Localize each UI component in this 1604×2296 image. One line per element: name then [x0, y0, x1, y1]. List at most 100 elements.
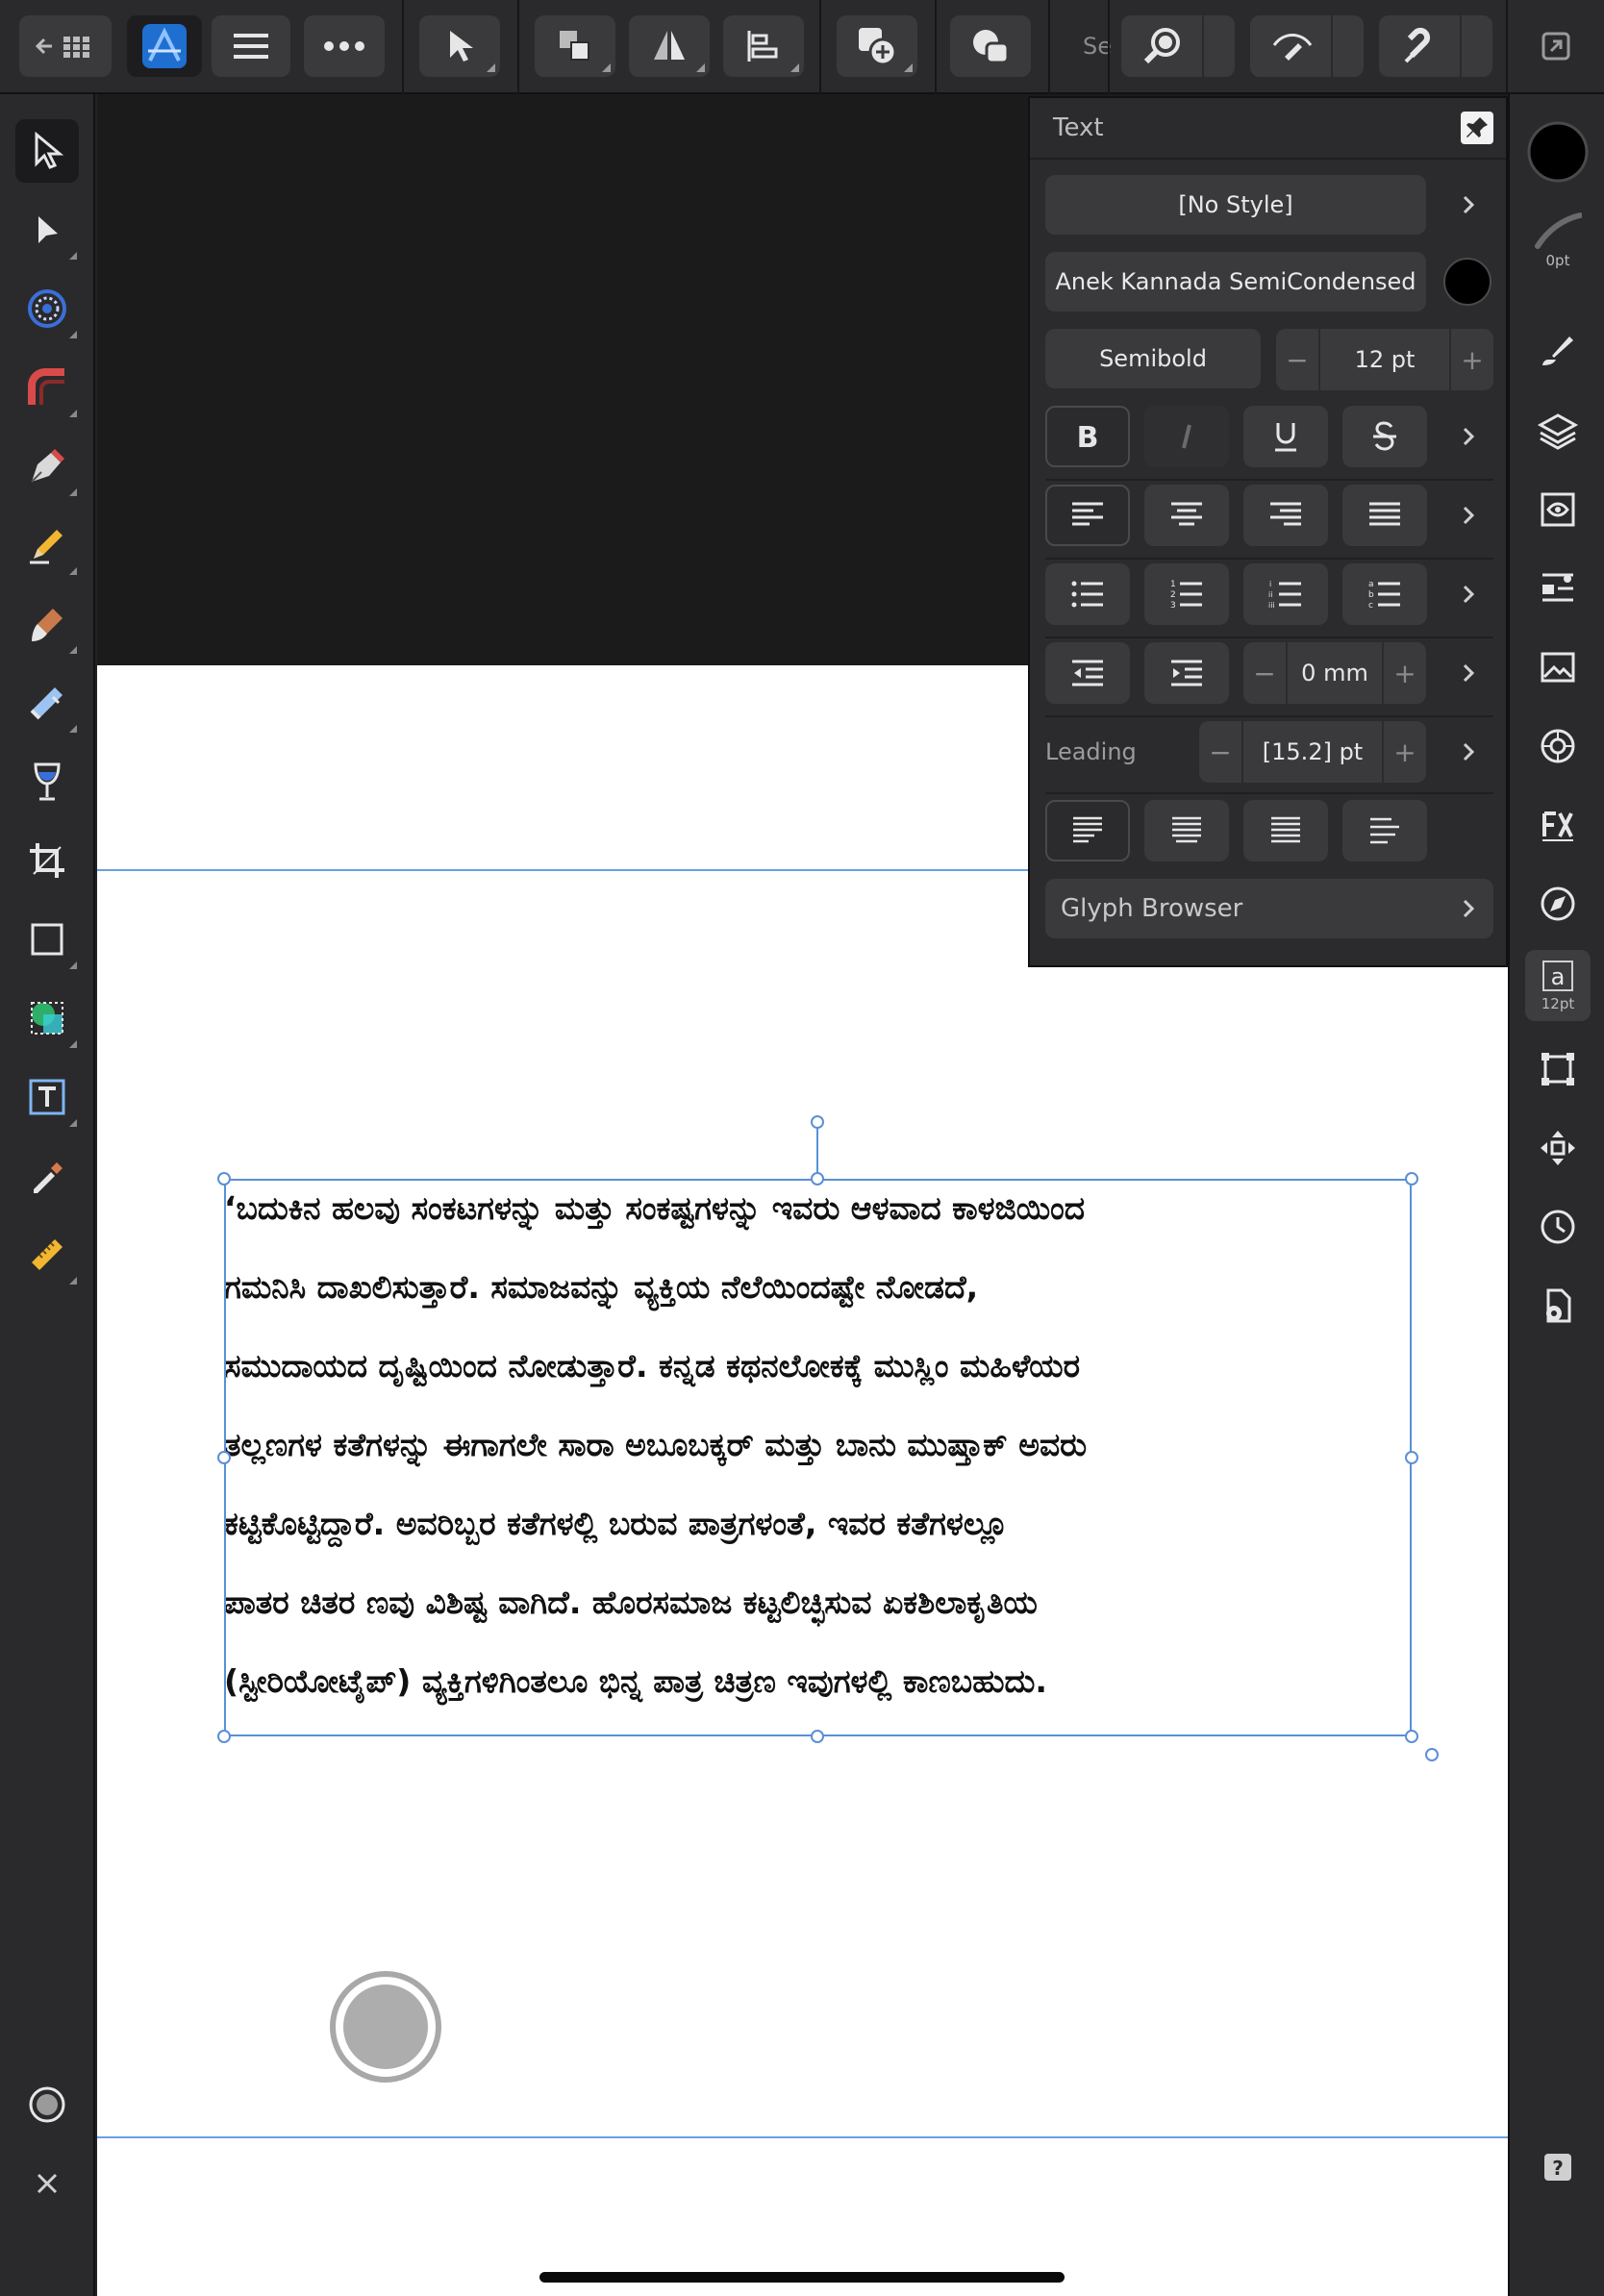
- strikethrough-button[interactable]: [1342, 406, 1427, 467]
- fill-tool[interactable]: [15, 671, 79, 735]
- vertical-align-top-button[interactable]: [1045, 800, 1130, 861]
- node-tool[interactable]: [15, 198, 79, 262]
- increase-indent-button[interactable]: [1144, 642, 1229, 704]
- bold-button[interactable]: B: [1045, 406, 1130, 467]
- align-button[interactable]: [723, 15, 804, 77]
- pencil-tool[interactable]: [15, 513, 79, 577]
- geometry-button[interactable]: [950, 15, 1031, 77]
- navigator-panel-button[interactable]: [1525, 871, 1591, 936]
- styles-panel-button[interactable]: [1525, 556, 1591, 621]
- vertical-align-bottom-button[interactable]: [1243, 800, 1328, 861]
- resize-handle-bottom[interactable]: [811, 1730, 824, 1743]
- color-picker-tool[interactable]: [15, 1144, 79, 1208]
- arrange-button[interactable]: [535, 15, 615, 77]
- bullet-list-button[interactable]: [1045, 563, 1130, 625]
- rectangle-tool[interactable]: [15, 908, 79, 971]
- font-weight-field[interactable]: Semibold: [1045, 329, 1261, 388]
- history-panel-button[interactable]: [1525, 1194, 1591, 1260]
- measure-tool[interactable]: [15, 1223, 79, 1286]
- text-overflow-handle[interactable]: [1425, 1748, 1439, 1761]
- close-tools-button[interactable]: [15, 2152, 79, 2215]
- context-toggle-button[interactable]: [15, 2073, 79, 2136]
- transparency-panel-button[interactable]: [1525, 713, 1591, 779]
- text-panel-button[interactable]: a 12pt: [1525, 950, 1591, 1021]
- back-to-home-button[interactable]: [19, 15, 112, 77]
- effects-panel-button[interactable]: [1525, 792, 1591, 858]
- more-button[interactable]: [304, 15, 385, 77]
- text-frame-selection[interactable]: [224, 1179, 1412, 1736]
- numbered-list-button[interactable]: 123: [1144, 563, 1229, 625]
- zoom-button[interactable]: [1121, 15, 1235, 77]
- boolean-add-button[interactable]: [837, 15, 917, 77]
- font-size-decrease[interactable]: −: [1276, 344, 1318, 376]
- glyph-browser-button[interactable]: Glyph Browser: [1045, 879, 1493, 938]
- font-size-stepper[interactable]: − 12 pt +: [1276, 329, 1493, 390]
- lists-chevron[interactable]: [1454, 575, 1483, 613]
- crop-tool[interactable]: [15, 829, 79, 892]
- italic-button[interactable]: [1144, 406, 1229, 467]
- vertical-align-center-button[interactable]: [1144, 800, 1229, 861]
- fullscreen-button[interactable]: [1525, 15, 1587, 77]
- snapping-button[interactable]: [1379, 15, 1492, 77]
- brushes-panel-button[interactable]: [1525, 317, 1591, 383]
- corner-tool[interactable]: [15, 356, 79, 419]
- document-settings-button[interactable]: [1525, 1273, 1591, 1338]
- move-panel-button[interactable]: [1525, 1115, 1591, 1181]
- format-chevron[interactable]: [1454, 417, 1483, 456]
- align-center-button[interactable]: [1144, 485, 1229, 546]
- pen-tool[interactable]: [15, 435, 79, 498]
- leading-increase[interactable]: +: [1384, 736, 1426, 768]
- resize-handle-top[interactable]: [811, 1172, 824, 1185]
- font-family-field[interactable]: Anek Kannada SemiCondensed: [1045, 252, 1426, 312]
- rotation-handle[interactable]: [811, 1115, 824, 1129]
- font-size-value[interactable]: 12 pt: [1318, 329, 1451, 390]
- resize-handle-top-right[interactable]: [1405, 1172, 1418, 1185]
- align-right-button[interactable]: [1243, 485, 1328, 546]
- app-persona-button[interactable]: [127, 15, 202, 77]
- resize-handle-top-left[interactable]: [217, 1172, 231, 1185]
- view-mode-button[interactable]: [1250, 15, 1364, 77]
- lettered-list-button[interactable]: abc: [1342, 563, 1427, 625]
- leading-value[interactable]: [15.2] pt: [1241, 721, 1384, 783]
- decrease-indent-button[interactable]: [1045, 642, 1130, 704]
- select-mode-button[interactable]: [419, 15, 500, 77]
- resize-handle-right[interactable]: [1405, 1451, 1418, 1464]
- indent-stepper[interactable]: − 0 mm +: [1243, 642, 1426, 704]
- vector-brush-tool[interactable]: [15, 592, 79, 656]
- resize-handle-bottom-right[interactable]: [1405, 1730, 1418, 1743]
- indent-chevron[interactable]: [1454, 654, 1483, 692]
- appearance-panel-button[interactable]: [1525, 477, 1591, 542]
- leading-stepper[interactable]: − [15.2] pt +: [1199, 721, 1426, 783]
- leading-decrease[interactable]: −: [1199, 736, 1241, 768]
- style-chevron[interactable]: [1454, 186, 1483, 224]
- font-size-increase[interactable]: +: [1451, 344, 1493, 376]
- transparency-tool[interactable]: [15, 750, 79, 813]
- align-left-button[interactable]: [1045, 485, 1130, 546]
- move-tool[interactable]: [15, 119, 79, 183]
- glyph-browser-chevron[interactable]: [1454, 889, 1483, 928]
- help-button[interactable]: ?: [1525, 2134, 1591, 2200]
- roman-list-button[interactable]: i ii iii: [1243, 563, 1328, 625]
- underline-button[interactable]: [1243, 406, 1328, 467]
- layers-panel-button[interactable]: [1525, 398, 1591, 463]
- menu-button[interactable]: [212, 15, 290, 77]
- resize-handle-bottom-left[interactable]: [217, 1730, 231, 1743]
- text-style-dropdown[interactable]: [No Style]: [1045, 175, 1426, 235]
- font-color-swatch[interactable]: [1443, 258, 1491, 306]
- indent-decrease[interactable]: −: [1243, 658, 1286, 689]
- indent-value[interactable]: 0 mm: [1286, 642, 1384, 704]
- alignment-chevron[interactable]: [1454, 496, 1483, 535]
- resize-handle-left[interactable]: [217, 1451, 231, 1464]
- text-tool[interactable]: [15, 1065, 79, 1129]
- stroke-swatch[interactable]: 0pt: [1525, 200, 1591, 281]
- justify-button[interactable]: [1342, 485, 1427, 546]
- transform-panel-button[interactable]: [1525, 1036, 1591, 1102]
- stock-panel-button[interactable]: [1525, 635, 1591, 700]
- shape-builder-tool[interactable]: [15, 986, 79, 1050]
- vertical-align-justify-button[interactable]: [1342, 800, 1427, 861]
- flip-button[interactable]: [629, 15, 710, 77]
- modifier-button[interactable]: [330, 1971, 441, 2083]
- pin-panel-button[interactable]: [1461, 112, 1493, 144]
- fill-color-swatch[interactable]: [1525, 119, 1591, 185]
- leading-chevron[interactable]: [1454, 733, 1483, 771]
